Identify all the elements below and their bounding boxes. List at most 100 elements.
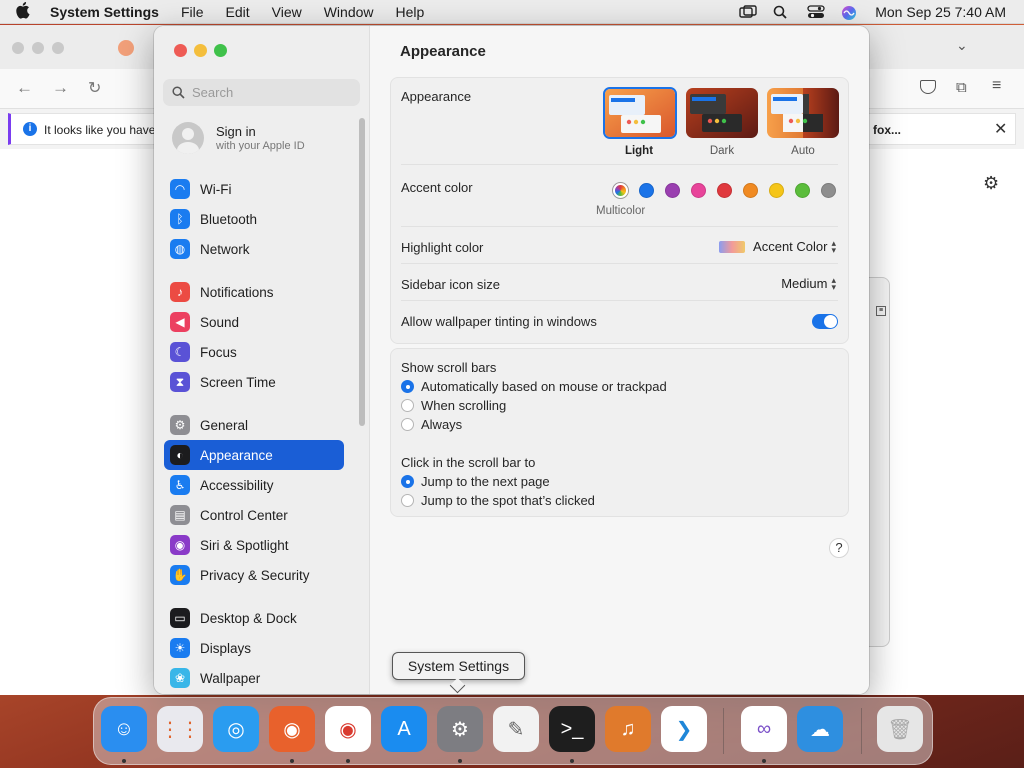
firefox-icon[interactable]: ◉ (269, 706, 315, 752)
click-scroll-label: Click in the scroll bar to (401, 455, 536, 470)
divider (401, 263, 838, 264)
trash-icon[interactable]: 🗑 (877, 706, 923, 752)
accent-swatch[interactable] (639, 183, 654, 198)
menu-clock[interactable]: Mon Sep 25 7:40 AM (875, 4, 1006, 20)
menu-edit[interactable]: Edit (226, 4, 250, 20)
notice-close-icon[interactable]: ✕ (994, 119, 1007, 139)
highlight-color-label: Highlight color (401, 240, 484, 255)
accent-swatch[interactable] (821, 183, 836, 198)
scroll-bars-option[interactable]: Automatically based on mouse or trackpad (401, 379, 667, 394)
browser-forward-icon[interactable]: → (52, 78, 69, 98)
control-center-icon[interactable] (807, 5, 825, 19)
mode-dark-thumbnail[interactable] (686, 88, 758, 138)
sidebar-item-wi-fi[interactable]: ◠ Wi-Fi (164, 174, 344, 204)
browser-menu-icon[interactable]: ≡ (992, 77, 1001, 95)
mode-light-thumbnail[interactable] (603, 87, 677, 139)
sidebar-search[interactable] (163, 79, 360, 106)
launchpad-icon[interactable]: ⋮⋮ (157, 706, 203, 752)
accent-swatch[interactable] (665, 183, 680, 198)
tinting-label: Allow wallpaper tinting in windows (401, 314, 597, 329)
browser-zoom-dot[interactable] (52, 42, 64, 54)
accent-swatch[interactable] (795, 183, 810, 198)
accent-swatch[interactable] (717, 183, 732, 198)
menu-window[interactable]: Window (324, 4, 374, 20)
mode-dark-label[interactable]: Dark (686, 145, 758, 157)
sidebar-item-general[interactable]: ⚙ General (164, 410, 344, 440)
terminal-icon[interactable]: >_ (549, 706, 595, 752)
radio-button[interactable] (401, 418, 414, 431)
mode-light-label[interactable]: Light (603, 145, 675, 157)
menu-file[interactable]: File (181, 4, 204, 20)
mode-auto-label[interactable]: Auto (767, 145, 839, 157)
textedit-icon[interactable]: ✎ (493, 706, 539, 752)
scroll-bars-option[interactable]: Always (401, 417, 462, 432)
accent-swatch[interactable] (743, 183, 758, 198)
browser-minimize-dot[interactable] (32, 42, 44, 54)
sidebar-item-notifications[interactable]: ♪ Notifications (164, 277, 344, 307)
browser-reload-icon[interactable]: ↻ (88, 78, 101, 98)
sidebar-item-bluetooth[interactable]: ᛒ Bluetooth (164, 204, 344, 234)
browser-close-dot[interactable] (12, 42, 24, 54)
extensions-icon[interactable]: ⧉ (956, 79, 967, 96)
siri-icon[interactable] (841, 5, 859, 20)
running-indicator (458, 759, 462, 763)
menu-view[interactable]: View (272, 4, 302, 20)
sidebar-item-desktop-dock[interactable]: ▭ Desktop & Dock (164, 603, 344, 633)
browser-tab-list-chevron-icon[interactable]: ⌄ (956, 37, 968, 54)
spotlight-search-icon[interactable] (773, 5, 791, 19)
accent-swatch[interactable] (691, 183, 706, 198)
icon-size-popup[interactable]: Medium ▴ ▾ (781, 274, 836, 292)
apple-menu-icon[interactable] (16, 1, 36, 22)
highlight-color-popup[interactable]: Accent Color ▴ ▾ (719, 238, 836, 254)
menu-help[interactable]: Help (396, 4, 425, 20)
screen-mirroring-icon[interactable] (739, 5, 757, 19)
gear-icon[interactable]: ⚙ (437, 706, 483, 752)
browser-back-icon[interactable]: ← (16, 78, 33, 98)
sidebar-item-label: Screen Time (200, 374, 276, 390)
guitar-icon[interactable]: ♫ (605, 706, 651, 752)
sidebar-item-appearance[interactable]: ◐ Appearance (164, 440, 344, 470)
chrome-icon[interactable]: ◉ (325, 706, 371, 752)
radio-button[interactable] (401, 399, 414, 412)
sidebar-item-privacy-security[interactable]: ✋ Privacy & Security (164, 560, 344, 590)
sidebar-item-screen-time[interactable]: ⧗ Screen Time (164, 367, 344, 397)
card-menu-icon[interactable]: ≡ (876, 306, 886, 316)
search-input[interactable] (192, 85, 352, 100)
tinting-toggle[interactable] (812, 314, 838, 329)
weather-icon[interactable]: ☁ (797, 706, 843, 752)
click-scroll-option[interactable]: Jump to the spot that’s clicked (401, 493, 595, 508)
window-close-button[interactable] (174, 44, 187, 57)
window-zoom-button[interactable] (214, 44, 227, 57)
menu-app-name[interactable]: System Settings (50, 4, 159, 20)
app-store-icon[interactable]: A (381, 706, 427, 752)
page-settings-gear-icon[interactable]: ⚙ (983, 173, 999, 194)
sidebar-item-siri-spotlight[interactable]: ◉ Siri & Spotlight (164, 530, 344, 560)
click-scroll-option[interactable]: Jump to the next page (401, 474, 550, 489)
radio-button[interactable] (401, 380, 414, 393)
help-button[interactable]: ? (829, 538, 849, 558)
browser-tab-favicon-icon[interactable] (118, 40, 134, 56)
apple-id-sign-in[interactable]: Sign in with your Apple ID (172, 122, 357, 158)
finder-icon[interactable]: ☺ (101, 706, 147, 752)
updown-chevron-icon: ▴ ▾ (831, 274, 836, 292)
accent-swatch[interactable] (769, 183, 784, 198)
window-minimize-button[interactable] (194, 44, 207, 57)
sidebar-item-displays[interactable]: ☀ Displays (164, 633, 344, 663)
radio-button[interactable] (401, 475, 414, 488)
sidebar-item-network[interactable]: ◍ Network (164, 234, 344, 264)
safari-icon[interactable]: ◎ (213, 706, 259, 752)
mode-auto-thumbnail[interactable] (767, 88, 839, 138)
visual-studio-icon[interactable]: ∞ (741, 706, 787, 752)
accent-multicolor-swatch[interactable] (613, 183, 628, 198)
sidebar-item-sound[interactable]: ◀ Sound (164, 307, 344, 337)
vscode-icon[interactable]: ❯ (661, 706, 707, 752)
sidebar-item-focus[interactable]: ☾ Focus (164, 337, 344, 367)
radio-button[interactable] (401, 494, 414, 507)
pocket-icon[interactable] (920, 80, 936, 94)
sidebar-item-accessibility[interactable]: ♿ Accessibility (164, 470, 344, 500)
sidebar-item-control-center[interactable]: ▤ Control Center (164, 500, 344, 530)
sidebar-scrollbar[interactable] (359, 118, 365, 426)
icon-size-value: Medium (781, 276, 828, 291)
scroll-bars-option[interactable]: When scrolling (401, 398, 506, 413)
sidebar-item-wallpaper[interactable]: ❀ Wallpaper (164, 663, 344, 693)
